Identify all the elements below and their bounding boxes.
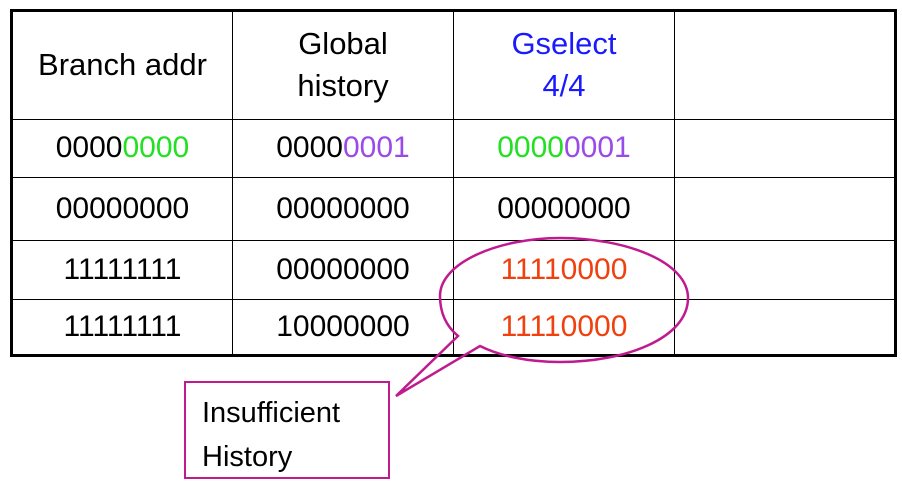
- table-row: 00000000 00000000 00000000: [11, 176, 896, 242]
- extra-cell: [674, 240, 896, 300]
- header-branch-addr: Branch addr: [11, 10, 233, 120]
- global-history-cell: 10000000: [232, 298, 454, 357]
- header-branch-addr-label: Branch addr: [38, 47, 207, 83]
- table-row: 11111111 10000000 11110000: [11, 298, 896, 357]
- gselect-address-bits: 0000: [497, 131, 564, 165]
- branch-addr-cell: 00000000: [11, 176, 233, 242]
- branch-addr-value: 11111111: [63, 309, 182, 343]
- callout-line1: Insufficient: [202, 397, 341, 429]
- gselect-value: 11110000: [500, 309, 628, 343]
- branch-addr-value: 11111111: [63, 252, 182, 286]
- global-history-cell: 00000001: [232, 118, 454, 178]
- table-row: 00000000 00000001 00000001: [11, 118, 896, 178]
- global-history-low-bits: 0001: [343, 131, 410, 165]
- branch-addr-cell: 00000000: [11, 118, 233, 178]
- global-history-value: 10000000: [276, 309, 410, 343]
- branch-addr-cell: 11111111: [11, 298, 233, 357]
- gselect-cell: 11110000: [453, 298, 675, 357]
- global-history-value: 00000000: [276, 252, 410, 286]
- header-row: Branch addr Global history Gselect 4/4: [11, 10, 896, 120]
- branch-addr-cell: 11111111: [11, 240, 233, 300]
- header-gselect-line2: 4/4: [542, 68, 586, 104]
- gselect-value: 11110000: [500, 252, 628, 286]
- gselect-cell: 00000000: [453, 176, 675, 242]
- gselect-cell: 00000001: [453, 118, 675, 178]
- gselect-table: Branch addr Global history Gselect 4/4 0…: [10, 9, 897, 357]
- branch-addr-low-bits: 0000: [122, 131, 190, 165]
- extra-cell: [674, 298, 896, 357]
- global-history-cell: 00000000: [232, 176, 454, 242]
- gselect-cell: 11110000: [453, 240, 675, 300]
- header-gselect: Gselect 4/4: [453, 10, 675, 120]
- extra-cell: [674, 118, 896, 178]
- header-global-history: Global history: [232, 10, 454, 120]
- header-gselect-line1: Gselect: [511, 26, 617, 62]
- branch-addr-high-bits: 0000: [55, 131, 123, 165]
- global-history-high-bits: 0000: [276, 131, 343, 165]
- header-extra: [674, 10, 896, 120]
- global-history-cell: 00000000: [232, 240, 454, 300]
- insufficient-history-callout: Insufficient History: [184, 381, 390, 479]
- table-row: 11111111 00000000 11110000: [11, 240, 896, 300]
- header-global-history-line2: history: [297, 68, 389, 104]
- header-global-history-line1: Global: [298, 26, 388, 62]
- global-history-value: 00000000: [276, 192, 410, 226]
- extra-cell: [674, 176, 896, 242]
- gselect-history-bits: 0001: [564, 131, 631, 165]
- slide-canvas: Branch addr Global history Gselect 4/4 0…: [0, 0, 902, 492]
- callout-line2: History: [202, 441, 293, 473]
- gselect-value: 00000000: [497, 192, 631, 226]
- branch-addr-value: 00000000: [55, 192, 190, 226]
